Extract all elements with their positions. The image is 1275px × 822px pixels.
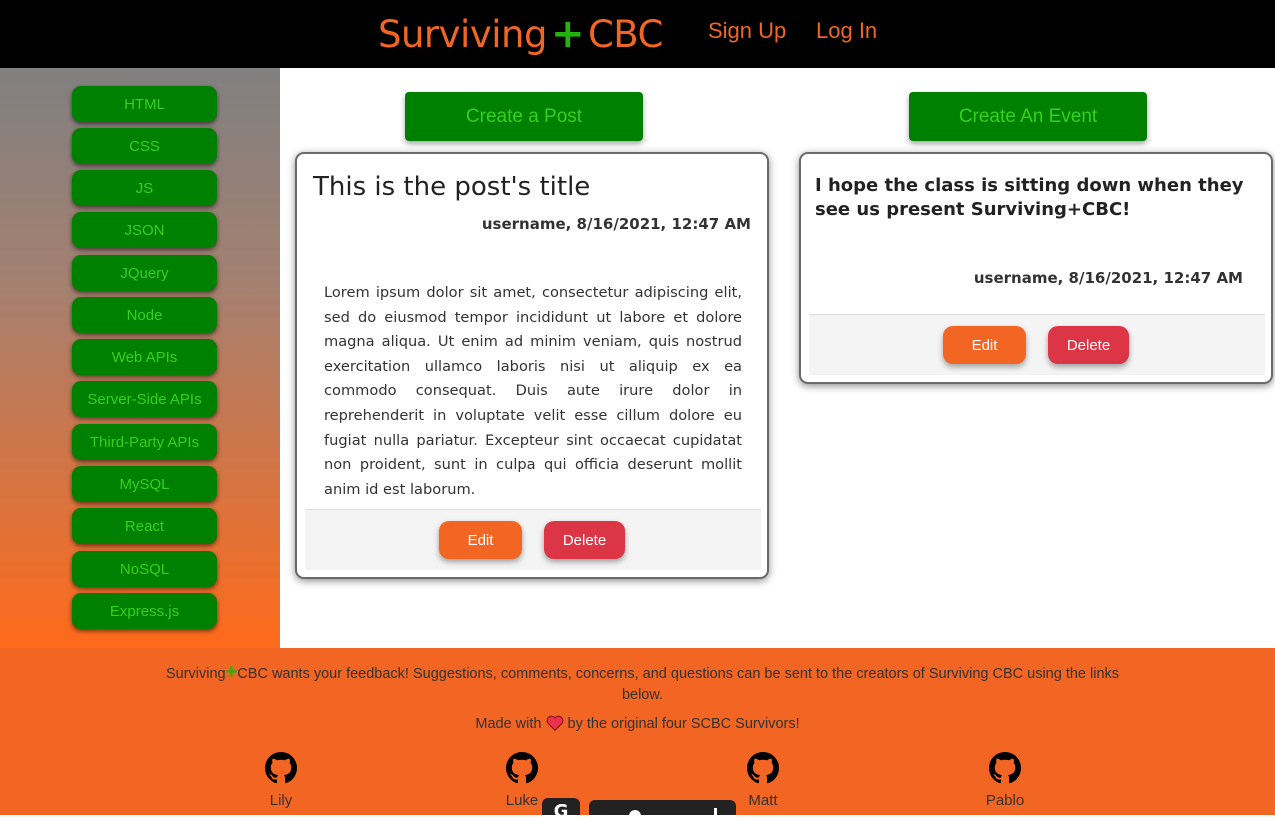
sidebar-item-css[interactable]: CSS <box>72 128 217 164</box>
feedback-plus: + <box>225 661 238 683</box>
sidebar-item-mysql[interactable]: MySQL <box>72 466 217 502</box>
sidebar-item-server-side-apis[interactable]: Server-Side APIs <box>72 381 217 417</box>
overlay-toolbar[interactable] <box>589 800 736 822</box>
creator-link-pablo[interactable]: Pablo <box>945 752 1065 809</box>
event-card: I hope the class is sitting down when th… <box>799 152 1273 384</box>
brand-plus: + <box>550 11 585 57</box>
sidebar-item-expressjs[interactable]: Express.js <box>72 593 217 629</box>
post-delete-button[interactable]: Delete <box>544 521 625 559</box>
sidebar-item-js[interactable]: JS <box>72 170 217 206</box>
made-with-label: Made with <box>475 716 542 732</box>
sidebar-item-html[interactable]: HTML <box>72 86 217 122</box>
post-card: This is the post's title username, 8/16/… <box>295 152 769 579</box>
create-post-button[interactable]: Create a Post <box>405 92 643 141</box>
feedback-text: Surviving+CBC wants your feedback! Sugge… <box>150 662 1135 706</box>
post-card-footer: Edit Delete <box>305 509 761 570</box>
creator-name: Lily <box>269 792 293 809</box>
github-icon <box>989 752 1021 784</box>
main-content: Create a Post Create An Event This is th… <box>280 68 1275 648</box>
brand-name-cbc: CBC <box>587 12 663 56</box>
feedback-message: CBC wants your feedback! Suggestions, co… <box>237 666 1120 703</box>
create-event-button[interactable]: Create An Event <box>909 92 1147 141</box>
brand-name-surviving: Surviving <box>378 12 547 56</box>
sidebar-item-json[interactable]: JSON <box>72 212 217 248</box>
site-footer: Surviving+CBC wants your feedback! Sugge… <box>0 648 1275 815</box>
event-delete-button[interactable]: Delete <box>1048 326 1129 364</box>
heart-icon <box>546 715 568 732</box>
made-with-text: Made with by the original four SCBC Surv… <box>0 715 1275 732</box>
sidebar-item-jquery[interactable]: JQuery <box>72 255 217 291</box>
signup-link[interactable]: Sign Up <box>708 18 786 44</box>
github-icon <box>747 752 779 784</box>
sidebar-item-react[interactable]: React <box>72 508 217 544</box>
event-edit-button[interactable]: Edit <box>943 326 1026 364</box>
overlay-dot-icon <box>629 810 641 822</box>
event-meta: username, 8/16/2021, 12:47 AM <box>973 269 1243 287</box>
sidebar-item-web-apis[interactable]: Web APIs <box>72 339 217 375</box>
post-meta: username, 8/16/2021, 12:47 AM <box>481 215 751 233</box>
github-icon <box>506 752 538 784</box>
post-body: Lorem ipsum dolor sit amet, consectetur … <box>324 284 742 498</box>
feedback-brand: Surviving <box>165 666 226 682</box>
sidebar-item-node[interactable]: Node <box>72 297 217 333</box>
post-edit-button[interactable]: Edit <box>439 521 522 559</box>
event-text: I hope the class is sitting down when th… <box>815 175 1244 220</box>
sidebar-item-third-party-apis[interactable]: Third-Party APIs <box>72 424 217 460</box>
made-by-label: by the original four SCBC Survivors! <box>567 716 800 732</box>
sidebar-item-nosql[interactable]: NoSQL <box>72 551 217 587</box>
event-card-footer: Edit Delete <box>809 314 1265 375</box>
post-title: This is the post's title <box>313 172 591 202</box>
login-link[interactable]: Log In <box>816 18 877 44</box>
github-icon <box>265 752 297 784</box>
site-header: Surviving + CBC Sign Up Log In <box>0 0 1275 68</box>
creator-link-lily[interactable]: Lily <box>221 752 341 809</box>
brand-logo[interactable]: Surviving + CBC <box>378 10 663 58</box>
topic-sidebar: HTML CSS JS JSON JQuery Node Web APIs Se… <box>0 68 280 648</box>
overlay-tick-icon <box>714 808 717 818</box>
overlay-g-icon[interactable]: G <box>542 798 580 815</box>
creator-name: Pablo <box>985 792 1025 809</box>
